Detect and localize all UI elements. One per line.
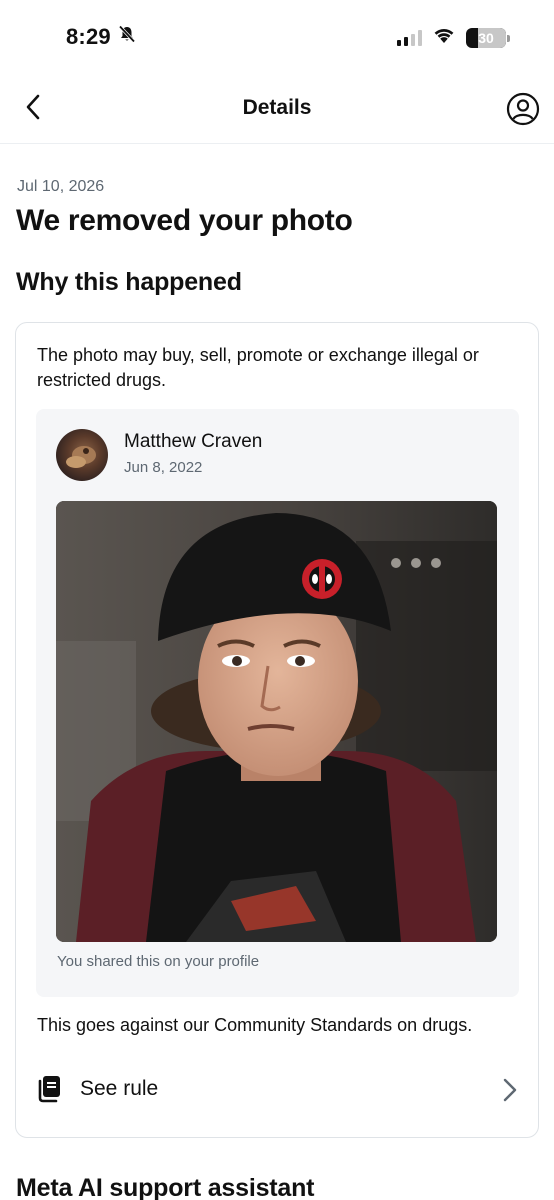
standards-text: This goes against our Community Standard…: [37, 1015, 473, 1035]
signal-icon: [397, 29, 422, 46]
account-icon: [506, 92, 540, 130]
reason-text: The photo may buy, sell, promote or exch…: [37, 345, 479, 390]
rulebook-icon: [36, 1075, 62, 1103]
why-section-title: Why this happened: [16, 268, 242, 296]
notice-date: Jul 10, 2026: [17, 178, 105, 195]
see-rule-label: See rule: [80, 1077, 159, 1100]
status-time: 8:29: [66, 24, 111, 49]
reason-card: The photo may buy, sell, promote or exch…: [15, 322, 539, 1138]
shared-note: You shared this on your profile: [57, 953, 260, 970]
post-author: Matthew Craven: [124, 431, 263, 452]
meta-ai-section-title: Meta AI support assistant: [16, 1174, 315, 1200]
status-indicators: 30: [397, 26, 510, 49]
see-rule-button[interactable]: See rule: [16, 1061, 540, 1117]
avatar: [56, 429, 108, 481]
status-time-group: 8:29: [66, 24, 137, 50]
bell-slash-icon: [117, 24, 137, 50]
notice-headline: We removed your photo: [16, 204, 353, 237]
chevron-right-icon: [502, 1077, 518, 1103]
removed-post-preview: Matthew Craven Jun 8, 2022 You shared th…: [36, 409, 519, 997]
status-bar: 8:29 30: [0, 0, 554, 72]
account-button[interactable]: [506, 92, 540, 126]
page-title: Details: [242, 96, 312, 119]
wifi-icon: [432, 26, 456, 49]
post-date: Jun 8, 2022: [124, 459, 203, 476]
battery-icon: 30: [466, 27, 510, 48]
nav-bar: Details: [0, 72, 554, 144]
battery-percent: 30: [478, 29, 494, 46]
removed-photo: [56, 501, 497, 942]
